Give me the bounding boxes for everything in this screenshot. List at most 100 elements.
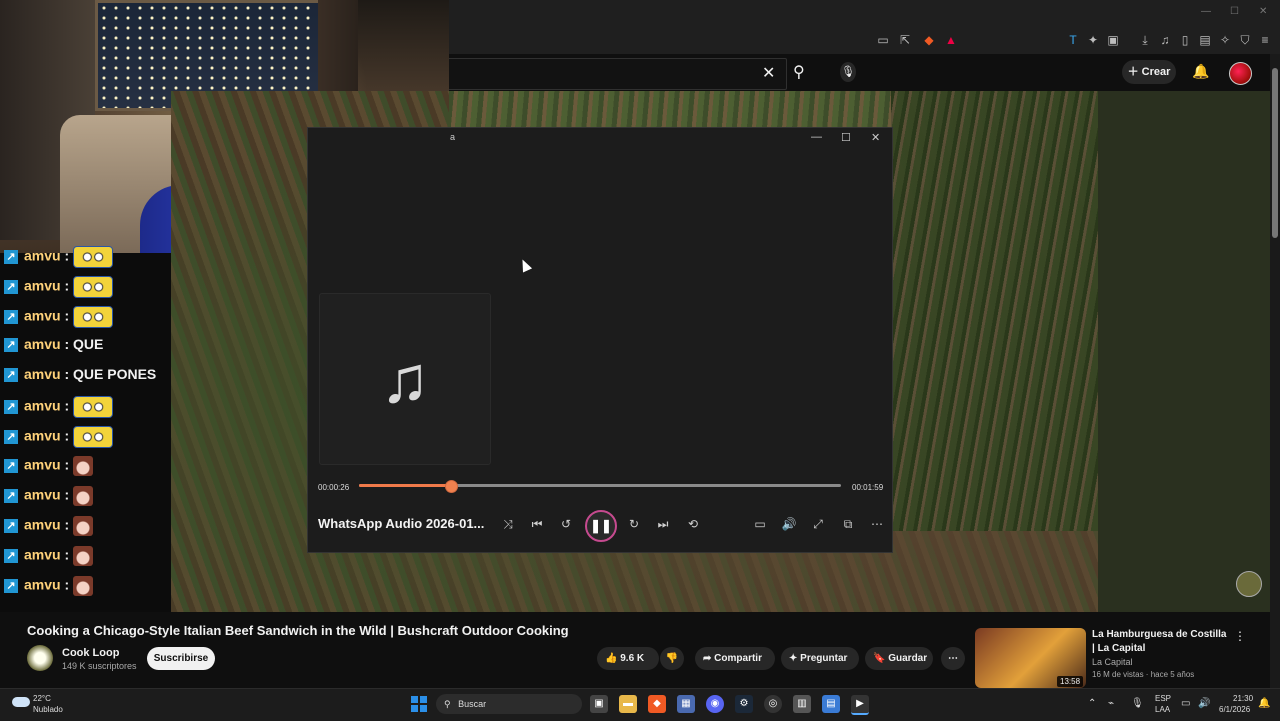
notifications-icon[interactable]: 🔔 [1192, 63, 1209, 80]
reader-mode-icon[interactable]: ▭ [876, 33, 890, 47]
recommended-menu-icon[interactable]: ⋮ [1234, 629, 1246, 643]
recommended-duration: 13:58 [1057, 676, 1084, 687]
close-window-icon[interactable]: ✕ [1259, 6, 1267, 17]
save-label: Guardar [888, 653, 928, 664]
vpn-icon[interactable]: ⛉ [1238, 33, 1252, 47]
tray-network-icon[interactable]: ⌁ [1108, 698, 1114, 709]
file-explorer-icon[interactable]: ▬ [619, 695, 637, 713]
seek-bar-fill [359, 484, 450, 487]
dislike-button[interactable]: 👎 [660, 647, 684, 670]
obs-icon[interactable]: ◎ [764, 695, 782, 713]
media-player-window[interactable]: a — ☐ ✕ ♫ 00:00:26 00:01:59 WhatsApp Aud… [307, 127, 893, 553]
chat-username[interactable]: amvu [24, 398, 61, 414]
maximize-icon[interactable]: ☐ [1230, 6, 1239, 17]
discord-icon[interactable]: ◉ [706, 695, 724, 713]
search-icon[interactable]: ⚲ [793, 62, 805, 82]
weather-temp[interactable]: 22°C [33, 694, 51, 703]
extensions-icon[interactable]: ✦ [1086, 33, 1100, 47]
media-icon[interactable]: ♫ [1158, 33, 1172, 47]
sidebar-icon[interactable]: ▯ [1178, 33, 1192, 47]
brave-browser-icon[interactable]: ◆ [648, 695, 666, 713]
previous-icon[interactable]: ⏮ [528, 515, 546, 533]
forward-30-icon[interactable]: ↻ [625, 515, 643, 533]
task-view-icon[interactable]: ▣ [590, 695, 608, 713]
menu-icon[interactable]: ≡ [1258, 33, 1272, 47]
more-actions-button[interactable]: ⋯ [941, 647, 965, 670]
channel-watermark-icon[interactable] [1236, 571, 1262, 597]
weather-desc[interactable]: Nublado [33, 705, 63, 714]
create-button[interactable]: ＋ Crear [1122, 60, 1176, 84]
chat-username[interactable]: amvu [24, 577, 61, 593]
taskbar-search[interactable]: ⚲ Buscar [436, 694, 582, 714]
shuffle-icon[interactable]: ⤨ [499, 515, 517, 533]
chat-username[interactable]: amvu [24, 457, 61, 473]
like-button[interactable]: 👍 9.6 K [597, 647, 659, 670]
chat-username[interactable]: amvu [24, 547, 61, 563]
clear-search-icon[interactable]: ✕ [762, 63, 775, 83]
fullscreen-icon[interactable]: ⤢ [809, 515, 827, 533]
chat-username[interactable]: amvu [24, 428, 61, 444]
calculator-icon[interactable]: ▦ [677, 695, 695, 713]
download-icon[interactable]: ⤓ [1138, 33, 1152, 47]
search-input[interactable] [449, 58, 787, 90]
subscribe-button[interactable]: Suscribirse [147, 647, 215, 670]
repeat-off-icon[interactable]: ⟲ [684, 515, 702, 533]
translate-icon[interactable]: T [1066, 33, 1080, 47]
current-time: 00:00:26 [318, 483, 350, 492]
channel-name[interactable]: Cook Loop [62, 647, 119, 659]
steam-icon[interactable]: ⚙ [735, 695, 753, 713]
player-title-bar[interactable]: a — ☐ ✕ [308, 128, 892, 150]
player-minimize-icon[interactable]: — [811, 131, 822, 143]
seek-bar-handle[interactable] [444, 480, 458, 493]
tray-chevron-icon[interactable]: ⌃ [1088, 698, 1096, 709]
cloud-icon[interactable] [12, 697, 30, 707]
leo-ai-icon[interactable]: ✧ [1218, 33, 1232, 47]
captions-icon[interactable]: ▭ [751, 515, 769, 533]
seek-bar[interactable] [359, 480, 841, 493]
clock-date[interactable]: 6/1/2026 [1219, 705, 1250, 714]
rewind-10-icon[interactable]: ↺ [557, 515, 575, 533]
tab-icon[interactable]: ▣ [1106, 33, 1120, 47]
chat-username[interactable]: amvu [24, 517, 61, 533]
ask-button[interactable]: ✦ Preguntar [781, 647, 859, 670]
channel-avatar[interactable] [27, 645, 53, 671]
scrollbar-thumb[interactable] [1272, 68, 1278, 238]
minimize-icon[interactable]: — [1201, 6, 1211, 17]
share-button[interactable]: ➦ Compartir [695, 647, 775, 670]
mini-player-icon[interactable]: ⧉ [839, 515, 857, 533]
lang-code[interactable]: ESP [1155, 694, 1171, 703]
brave-shield-icon[interactable]: ◆ [922, 33, 936, 47]
media-player-taskbar-icon[interactable]: ▶ [851, 695, 869, 715]
lang-layout[interactable]: LAA [1155, 705, 1170, 714]
chat-username[interactable]: amvu [24, 248, 61, 264]
wallet-icon[interactable]: ▤ [1198, 33, 1212, 47]
chat-username[interactable]: amvu [24, 366, 61, 382]
windows-start-icon[interactable] [411, 696, 427, 712]
more-options-icon[interactable]: ⋯ [868, 515, 886, 533]
recommended-channel[interactable]: La Capital [1092, 657, 1133, 667]
player-maximize-icon[interactable]: ☐ [841, 131, 851, 144]
account-avatar[interactable] [1229, 62, 1252, 85]
voice-search-icon[interactable]: 🎙 [840, 62, 856, 82]
chat-username[interactable]: amvu [24, 308, 61, 324]
brave-rewards-icon[interactable]: ▲ [944, 33, 958, 47]
pause-button[interactable]: ❚❚ [585, 510, 617, 542]
tray-volume-icon[interactable]: 🔊 [1198, 698, 1210, 709]
chat-username[interactable]: amvu [24, 336, 61, 352]
chat-username[interactable]: amvu [24, 278, 61, 294]
clock-time[interactable]: 21:30 [1233, 694, 1253, 703]
tray-mic-icon[interactable]: 🎙 [1131, 698, 1144, 709]
chat-badge-icon: ↗ [4, 430, 18, 444]
next-icon[interactable]: ⏭ [654, 515, 672, 533]
chat-username[interactable]: amvu [24, 487, 61, 503]
notepad-icon[interactable]: ▤ [822, 695, 840, 713]
bookmark-icon: 🔖 [873, 653, 886, 664]
app-icon[interactable]: ▥ [793, 695, 811, 713]
player-close-icon[interactable]: ✕ [871, 131, 880, 144]
share-page-icon[interactable]: ⇱ [898, 33, 912, 47]
notification-center-icon[interactable]: 🔔 [1258, 698, 1270, 709]
volume-icon[interactable]: 🔊 [780, 515, 798, 533]
tray-display-icon[interactable]: ▭ [1181, 698, 1190, 709]
save-button[interactable]: 🔖 Guardar [865, 647, 933, 670]
recommended-title[interactable]: La Hamburguesa de Costilla | La Capital [1092, 628, 1232, 656]
